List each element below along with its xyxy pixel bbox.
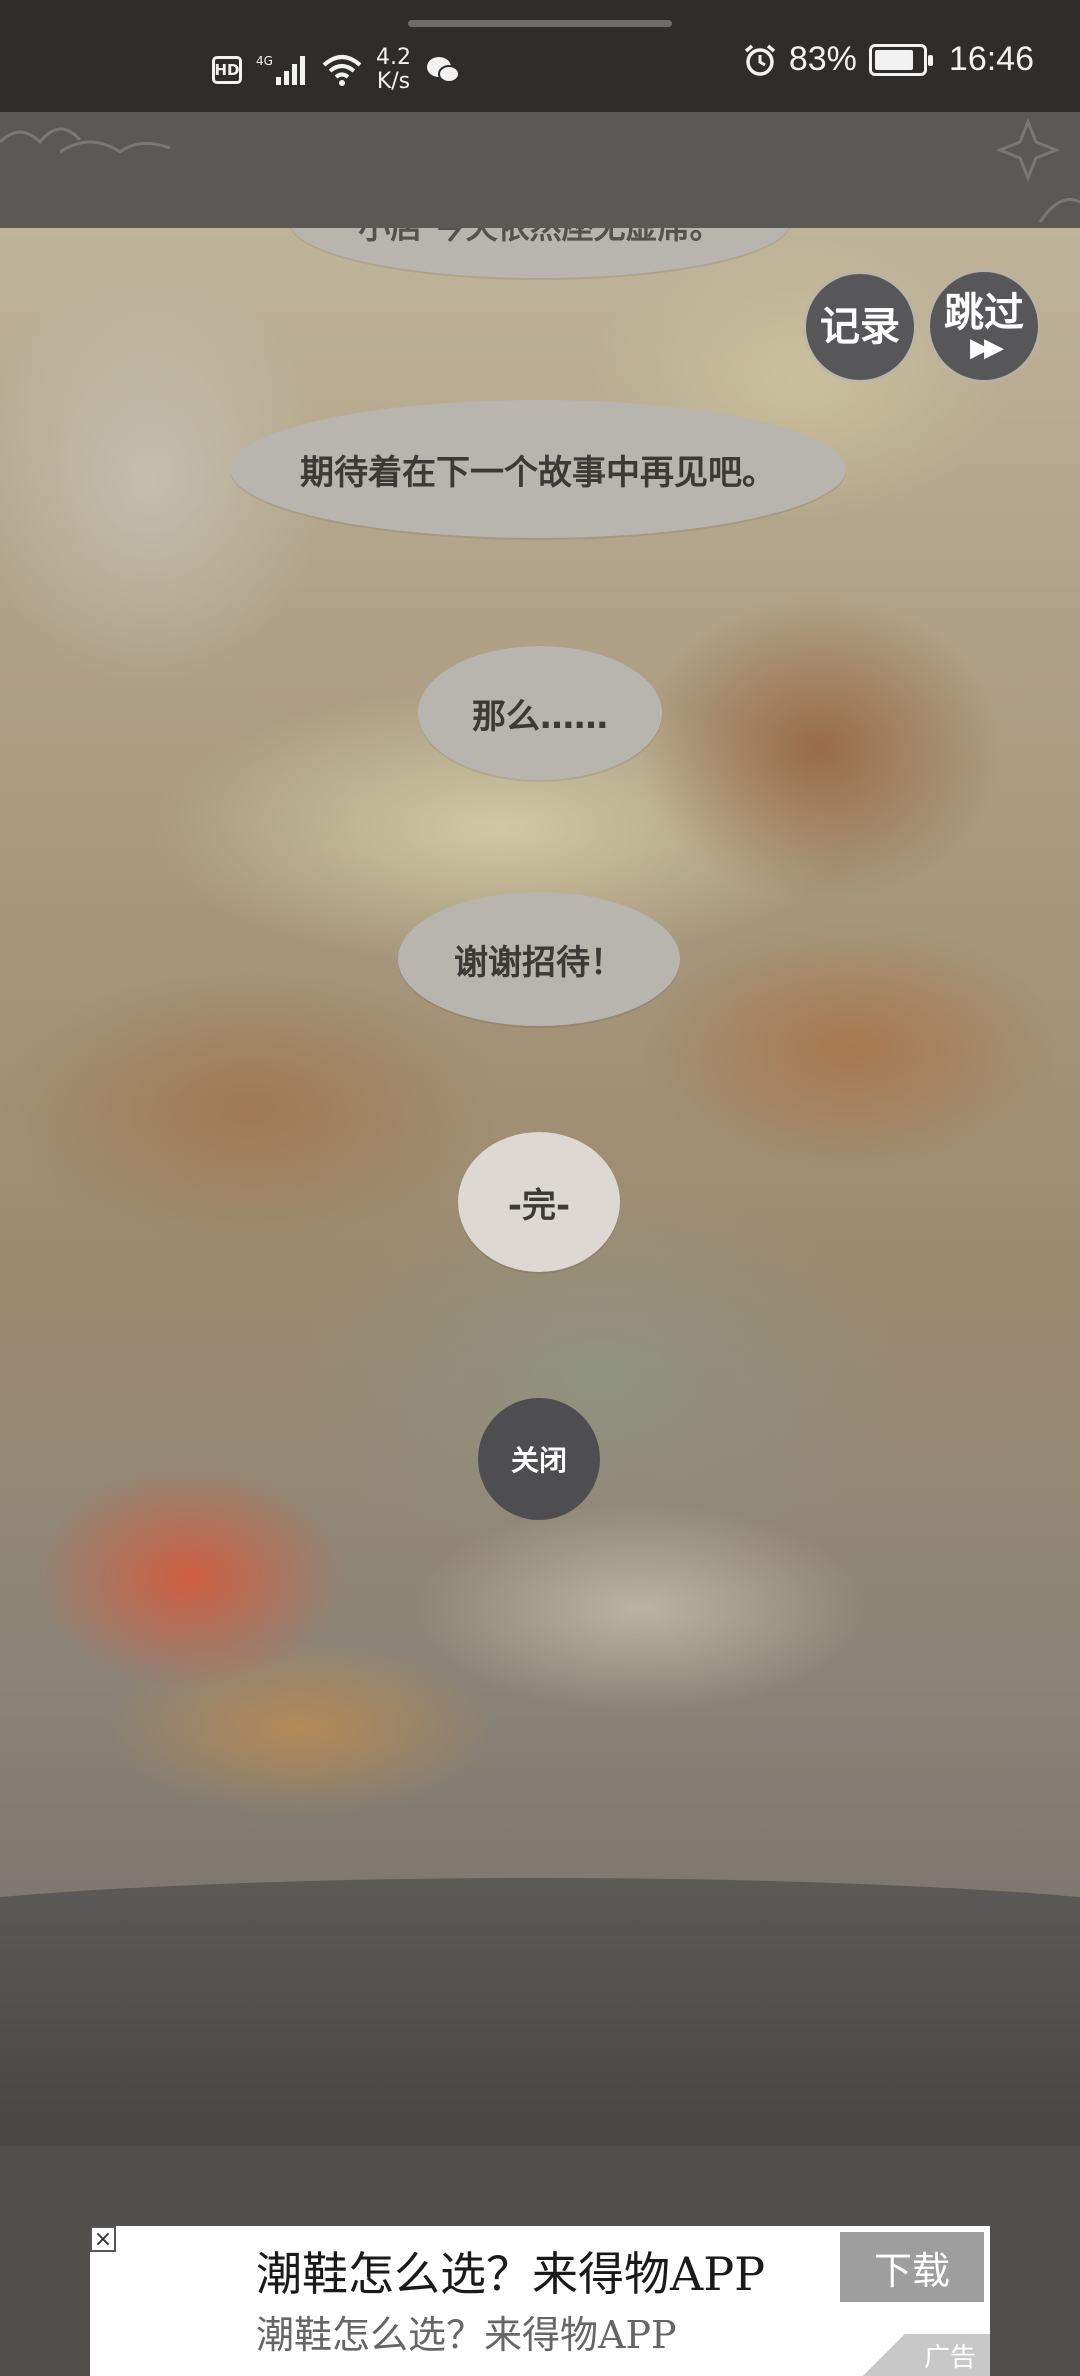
dialogue-bubble-previous: 小店 今天依然座无虚席。 — [290, 228, 790, 278]
dialogue-text: 那么…… — [472, 696, 608, 737]
ad-close-icon[interactable]: × — [90, 2226, 116, 2252]
alarm-icon — [744, 44, 775, 76]
net-speed-value: 4.2 — [376, 45, 411, 70]
hd-icon: HD — [212, 56, 242, 84]
ad-banner[interactable]: × 潮鞋怎么选？来得物APP 潮鞋怎么选？来得物APP 下载 广告 — [90, 2226, 990, 2376]
status-bar: HD 4G 4.2 K/s 83% 16:46 — [0, 0, 1080, 112]
notch-handle — [408, 20, 672, 27]
dialogue-text: 小店 今天依然座无虚席。 — [358, 228, 721, 248]
ad-title[interactable]: 潮鞋怎么选？来得物APP — [256, 2238, 765, 2304]
signal-icon: 4G — [256, 54, 305, 85]
ad-tag-label: 广告 — [923, 2342, 976, 2373]
network-type-label: 4G — [256, 54, 273, 68]
wechat-icon — [427, 57, 460, 83]
skip-button[interactable]: 跳过 ▶▶ — [930, 272, 1038, 380]
skip-button-label: 跳过 — [944, 290, 1024, 336]
dialogue-bubble: 那么…… — [418, 646, 662, 780]
dialogue-bubble: 谢谢招待！ — [398, 892, 680, 1026]
dialogue-text: 期待着在下一个故事中再见吧。 — [300, 452, 776, 493]
scene-floor-shadow — [0, 1878, 1080, 2148]
close-button-label: 关闭 — [510, 1444, 567, 1477]
dialogue-bubble: 期待着在下一个故事中再见吧。 — [230, 400, 846, 538]
end-text: -完- — [507, 1185, 571, 1226]
net-speed: 4.2 K/s — [376, 46, 411, 94]
close-button[interactable]: 关闭 — [478, 1398, 600, 1520]
log-button[interactable]: 记录 — [806, 274, 914, 380]
status-right: 83% 16:46 — [743, 40, 1034, 79]
net-speed-unit: K/s — [376, 69, 411, 94]
battery-percent: 83% — [788, 40, 857, 78]
fast-forward-icon: ▶▶ — [970, 333, 1004, 363]
game-scene: 小店 今天依然座无虚席。 期待着在下一个故事中再见吧。 那么…… 谢谢招待！ -… — [0, 228, 1080, 2148]
end-bubble: -完- — [458, 1132, 620, 1272]
decorative-cloud-left — [0, 127, 171, 154]
dialogue-text: 谢谢招待！ — [454, 942, 624, 983]
ad-download-button[interactable]: 下载 — [840, 2232, 984, 2302]
clock: 16:46 — [948, 40, 1034, 78]
decorative-sparkle-right — [995, 117, 1080, 223]
ad-subtitle[interactable]: 潮鞋怎么选？来得物APP — [256, 2304, 677, 2359]
status-left: HD 4G 4.2 K/s — [212, 46, 461, 94]
game-header-band — [0, 112, 1080, 228]
ad-tag: 广告 — [850, 2334, 990, 2376]
log-button-label: 记录 — [820, 304, 900, 350]
wifi-icon — [322, 55, 362, 86]
battery-icon — [868, 43, 933, 76]
